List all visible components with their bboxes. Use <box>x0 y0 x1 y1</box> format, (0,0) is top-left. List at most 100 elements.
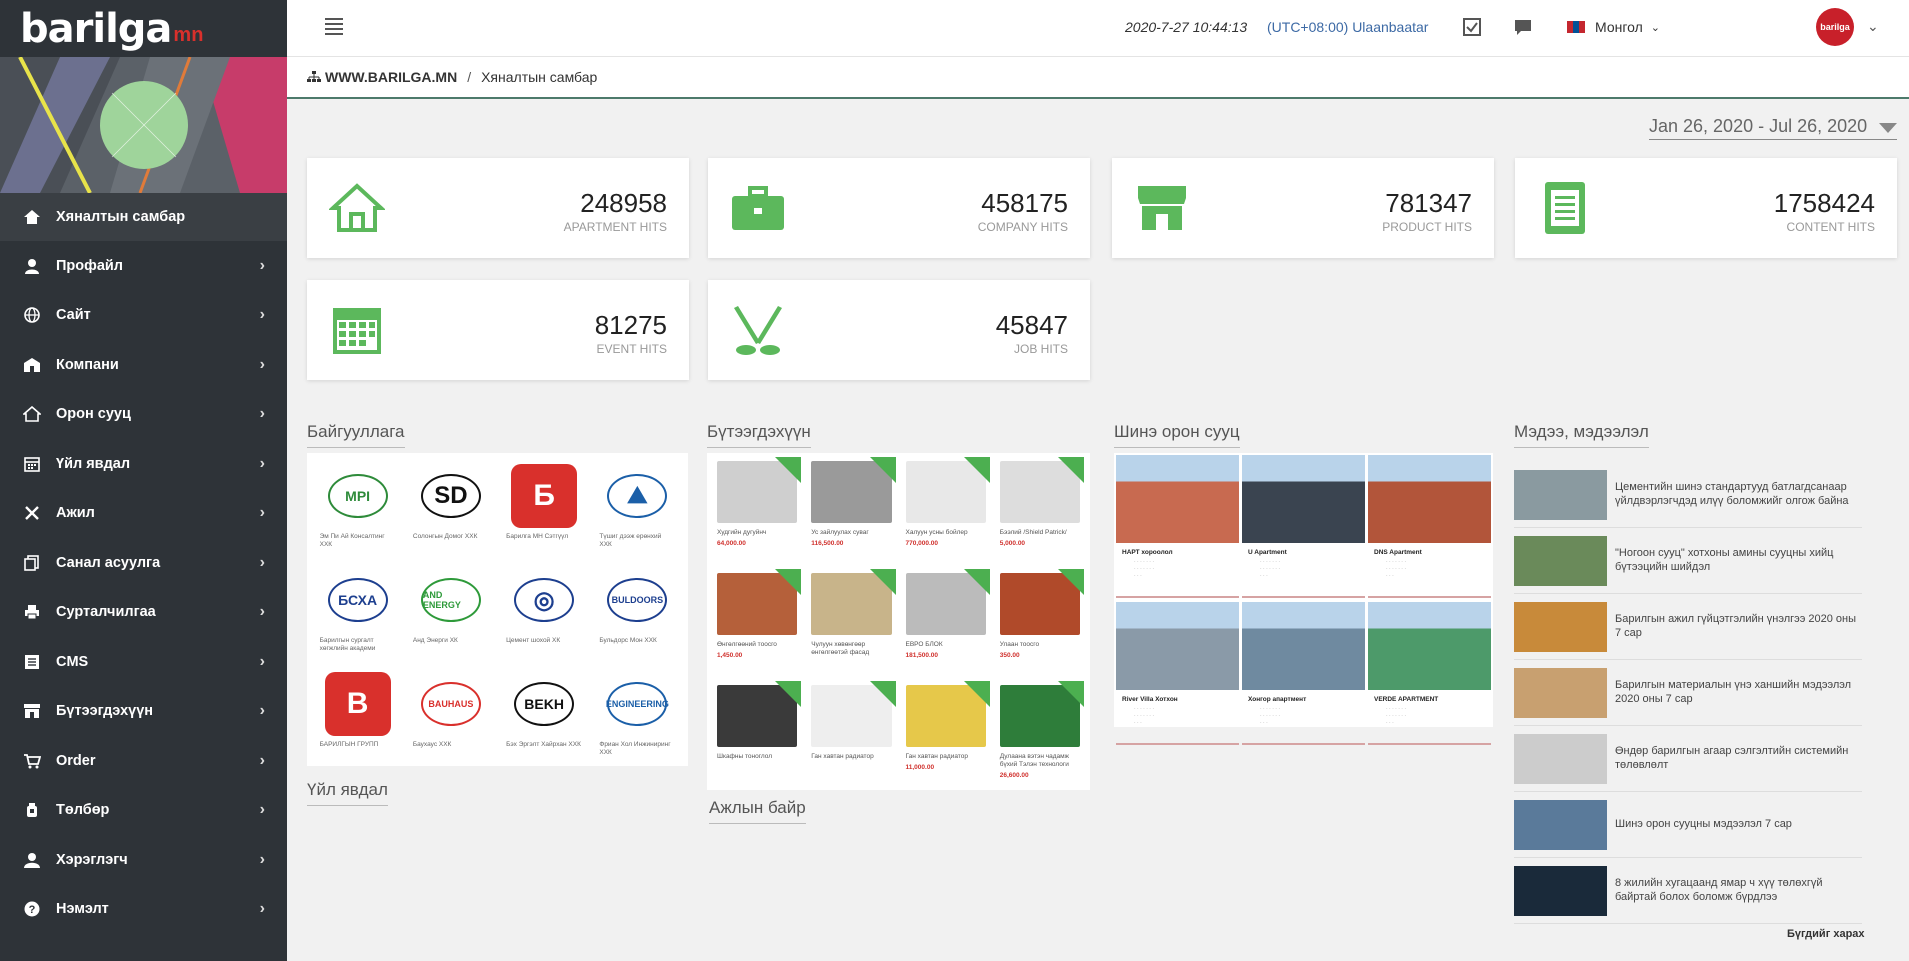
product-item[interactable]: Халуун усны бойлер 770,000.00 <box>902 457 990 569</box>
sidebar-item[interactable]: Компани › <box>0 340 287 390</box>
product-name: Ус зайлуулах суваг <box>811 529 869 536</box>
product-item[interactable]: Өнгөлгөөний тоосго 1,450.00 <box>713 569 802 681</box>
stat-card[interactable]: 458175 COMPANY HITS <box>708 158 1090 258</box>
sidebar-item[interactable]: ? Нэмэлт › <box>0 885 287 935</box>
stat-label: COMPANY HITS <box>977 220 1068 234</box>
sidebar-item[interactable]: Сурталчилгаа › <box>0 588 287 638</box>
apartment-item[interactable]: Хонгор апартмент · · · · · · · · · · · · ·… <box>1242 602 1365 747</box>
new-ribbon-icon <box>775 569 802 595</box>
org-item[interactable]: MPI Эм Пи Ай Консалтинг ХХК <box>311 459 404 563</box>
org-item[interactable]: BULDOORS Бульдорс Мон ХХК <box>591 563 684 667</box>
sidebar-item[interactable]: Үйл явдал › <box>0 439 287 489</box>
news-item[interactable]: Өндөр барилгын агаар сэлгэлтийн системий… <box>1514 726 1862 792</box>
product-item[interactable]: Дулаана вэтэн чадамж бүхий Тэлэн техноло… <box>996 681 1084 793</box>
current-datetime: 2020-7-27 10:44:13 <box>1125 19 1248 35</box>
org-name: Бэх Эргэлт Хайрхан ХХК <box>506 741 581 748</box>
org-item[interactable]: B БАРИЛГЫН ГРУПП <box>311 667 404 771</box>
product-price: 350.00 <box>999 651 1020 659</box>
sidebar-item[interactable]: Бүтээгдэхүүн › <box>0 687 287 737</box>
sidebar-item[interactable]: CMS › <box>0 637 287 687</box>
product-item[interactable]: Ган хавтан радиатор 11,000.00 <box>902 681 990 793</box>
product-name: Өнгөлгөөний тоосго <box>717 641 777 648</box>
apartment-item[interactable]: U Apartment · · · · · · · · · · · · · · · ·… <box>1242 455 1365 600</box>
org-item[interactable]: БСХА Барилгын сургалт хөгжлийн академи <box>311 563 404 667</box>
apartment-item[interactable]: DNS Apartment · · · · · · · · · · · · · · ·… <box>1368 455 1491 600</box>
org-item[interactable]: BAUHAUS Баухаус ХХК <box>404 667 497 771</box>
sitemap-icon <box>307 71 321 82</box>
breadcrumb-home[interactable]: WWW.BARILGA.MN <box>307 69 457 85</box>
new-ribbon-icon <box>775 681 802 707</box>
stat-label: CONTENT HITS <box>1786 220 1875 234</box>
chevron-right-icon: › <box>259 751 265 769</box>
org-name: Баухаус ХХК <box>412 741 452 748</box>
org-item[interactable]: ◎ Цемент шохой ХК <box>498 563 591 667</box>
org-logo-text: AND ENERGY <box>420 578 481 622</box>
language-selector[interactable]: Монгол ⌄ <box>1567 19 1660 35</box>
logo[interactable]: barilga mn <box>0 0 287 57</box>
news-title: 8 жилийн хугацаанд ямар ч хүү төлөхгүй б… <box>1615 876 1823 903</box>
sidebar-item-label: Компани <box>56 356 119 373</box>
new-ribbon-icon <box>775 457 802 483</box>
stat-card[interactable]: 248958 APARTMENT HITS <box>307 158 689 258</box>
org-logo: AND ENERGY <box>416 567 486 633</box>
product-item[interactable]: Шкафны тоноглол <box>713 681 802 793</box>
copy-icon <box>22 553 42 573</box>
news-item[interactable]: Барилгын ажил гүйцэтгэлийн үнэлгээ 2020 … <box>1514 594 1862 660</box>
menu-toggle-icon[interactable] <box>325 18 343 35</box>
section-title-products: Бүтээгдэхүүн <box>707 422 811 448</box>
apartment-item[interactable]: НАРТ хороолол · · · · · · · · · · · · · · ·… <box>1116 455 1239 600</box>
checkbox-icon[interactable] <box>1462 17 1484 39</box>
product-item[interactable]: Ус зайлуулах суваг 116,500.00 <box>807 457 896 569</box>
sidebar-item-label: Сурталчилгаа <box>56 604 156 621</box>
news-item[interactable]: "Ногоон сууц" хотхоны амины сууцны хийц … <box>1514 528 1862 594</box>
stat-card[interactable]: 81275 EVENT HITS <box>307 280 689 380</box>
product-item[interactable]: Бээлий /Shield Patrick/5,000.00 <box>996 457 1084 569</box>
org-item[interactable]: SD Солонгын Домог ХХК <box>404 459 497 563</box>
product-price: 1,450.00 <box>717 651 743 659</box>
new-ribbon-icon <box>963 457 990 483</box>
news-thumbnail <box>1514 667 1607 718</box>
chat-icon[interactable] <box>1513 17 1535 39</box>
apartment-item[interactable]: VERDE APARTMENT · · · · · · · · · · · · · … <box>1368 602 1491 747</box>
product-item[interactable]: Худгийн дугуйнч 64,000.00 <box>713 457 802 569</box>
org-item[interactable]: BEKH Бэх Эргэлт Хайрхан ХХК <box>498 667 591 771</box>
sidebar-item[interactable]: Орон сууц › <box>0 390 287 440</box>
apartment-name: НАРТ хороолол <box>1122 549 1173 556</box>
section-title-news: Мэдээ, мэдээлэл <box>1514 422 1649 448</box>
product-item[interactable]: Ган хавтан радиатор <box>807 681 896 793</box>
apartment-item[interactable]: River Villa Хотхон · · · · · · · · · · · ·… <box>1116 602 1239 747</box>
org-item[interactable]: ENGINEERING Фриан Хол Инжиниринг ХХК <box>591 667 684 771</box>
news-item[interactable]: Шинэ орон сууцны мэдээлэл 7 сар <box>1514 792 1862 858</box>
product-item[interactable]: Чулуун хөвөнгөөр өнгөлгөөтэй фасад <box>807 569 896 681</box>
sidebar-item[interactable]: Хэрэглэгч › <box>0 835 287 885</box>
news-item[interactable]: Барилгын материалын үнэ ханшийн мэдээлэл… <box>1514 660 1862 726</box>
org-item[interactable]: AND ENERGY Анд Энерги ХК <box>404 563 497 667</box>
chevron-right-icon: › <box>259 306 265 324</box>
org-name: Барилга МН Сэтгүүл <box>506 533 569 540</box>
new-ribbon-icon <box>963 569 990 595</box>
product-item[interactable]: Улаан тоосго 350.00 <box>996 569 1084 681</box>
stat-card[interactable]: 781347 PRODUCT HITS <box>1112 158 1494 258</box>
sidebar-item[interactable]: Хяналтын самбар <box>0 193 287 241</box>
news-item[interactable]: Цементийн шинэ стандартууд батлагдсанаар… <box>1514 462 1862 528</box>
avatar[interactable]: barilga <box>1816 8 1854 46</box>
apartment-details: · · · · · · · · · · · · · · · · · <box>1260 559 1280 579</box>
date-range-picker[interactable]: Jan 26, 2020 - Jul 26, 2020 <box>1649 116 1897 140</box>
news-item[interactable]: 8 жилийн хугацаанд ямар ч хүү төлөхгүй б… <box>1514 858 1862 924</box>
org-logo-text: ⛰ <box>607 474 668 518</box>
stat-card[interactable]: 45847 JOB HITS <box>708 280 1090 380</box>
sidebar-item[interactable]: Профайл › <box>0 241 287 291</box>
org-item[interactable]: ⛰ Түшиг дээж ерөнхий ХХК <box>591 459 684 563</box>
org-item[interactable]: Б Барилга МН Сэтгүүл <box>498 459 591 563</box>
sidebar-item[interactable]: Ажил › <box>0 489 287 539</box>
apartment-image <box>1242 455 1365 543</box>
sidebar-item[interactable]: Order › <box>0 736 287 786</box>
see-all-link[interactable]: Бүгдийг харах <box>1787 928 1865 940</box>
chevron-down-icon[interactable]: ⌄ <box>1867 18 1879 35</box>
org-logo-text: SD <box>420 474 481 518</box>
sidebar-item[interactable]: Сайт › <box>0 291 287 341</box>
stat-card[interactable]: 1758424 CONTENT HITS <box>1515 158 1897 258</box>
sidebar-item[interactable]: Төлбөр › <box>0 786 287 836</box>
sidebar-item[interactable]: Санал асуулга › <box>0 538 287 588</box>
product-item[interactable]: ЕВРО БЛОК 181,500.00 <box>902 569 990 681</box>
